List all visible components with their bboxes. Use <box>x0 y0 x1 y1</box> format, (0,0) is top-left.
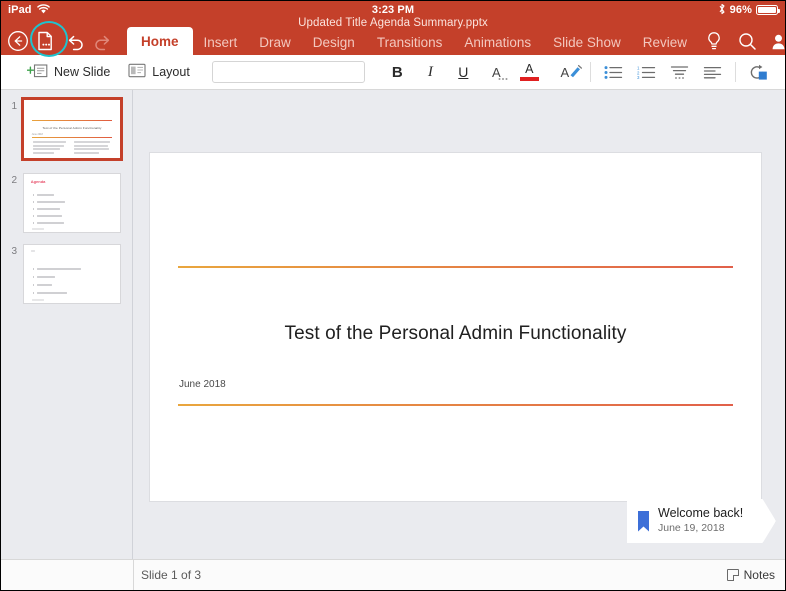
thumbnail-row-3[interactable]: 3 <box>1 242 132 303</box>
thumbnail-row-2[interactable]: 2 Agenda <box>1 171 132 232</box>
thumb2-heading: Agenda <box>31 179 46 184</box>
font-name-input[interactable] <box>213 62 380 82</box>
tell-me-lightbulb-icon[interactable] <box>698 27 731 55</box>
layout-icon <box>128 63 146 81</box>
slide-thumbnail-1: Test of the Personal Admin Functionality… <box>24 100 120 158</box>
toast-title: Welcome back! <box>658 506 743 522</box>
ios-status-bar: iPad 3:23 PM 96% <box>1 1 785 19</box>
numbered-list-icon[interactable]: 1 2 3 <box>630 59 663 85</box>
toast-subtitle: June 19, 2018 <box>658 522 743 536</box>
slide-rule-bottom <box>178 404 733 406</box>
shape-fill-icon[interactable] <box>742 59 775 85</box>
tab-animations[interactable]: Animations <box>453 29 542 55</box>
ribbon-tabs: Home Insert Draw Design Transitions Anim… <box>127 27 698 55</box>
header-right-tools: 2 <box>698 27 786 55</box>
bold-button[interactable]: B <box>381 59 414 85</box>
tab-slide-show[interactable]: Slide Show <box>542 29 632 55</box>
slide-number-3: 3 <box>3 242 21 257</box>
powerpoint-ipad-window: iPad 3:23 PM 96% Updated Title Agenda Su… <box>0 0 786 591</box>
tab-design[interactable]: Design <box>302 29 366 55</box>
decrease-indent-icon[interactable] <box>663 59 696 85</box>
notes-label: Notes <box>744 568 775 582</box>
slide-counter-label: Slide 1 of 3 <box>141 568 201 582</box>
bottom-bar-divider <box>133 559 134 590</box>
ribbon-divider <box>590 62 591 82</box>
font-color-button[interactable]: A <box>513 59 546 85</box>
tab-insert[interactable]: Insert <box>193 29 249 55</box>
redo-icon[interactable] <box>92 27 113 55</box>
tab-transitions[interactable]: Transitions <box>366 29 454 55</box>
command-row: Home Insert Draw Design Transitions Anim… <box>1 27 785 55</box>
text-effects-button[interactable]: A <box>480 59 513 85</box>
slide-editor-surface[interactable]: Test of the Personal Admin Functionality… <box>150 153 761 501</box>
share-people-icon[interactable]: 2 <box>764 27 786 55</box>
tab-home[interactable]: Home <box>127 27 193 55</box>
welcome-back-toast[interactable]: Welcome back! June 19, 2018 <box>627 499 776 543</box>
new-slide-label: New Slide <box>54 65 110 79</box>
back-arrow-icon[interactable] <box>7 27 29 55</box>
notes-icon <box>727 569 739 581</box>
slide-rule-top <box>178 266 733 268</box>
battery-icon <box>756 5 778 15</box>
font-controls <box>212 61 365 83</box>
underline-button[interactable]: U <box>447 59 480 85</box>
italic-button[interactable]: I <box>414 59 447 85</box>
bookmark-icon <box>638 511 649 532</box>
file-options-icon[interactable] <box>35 27 55 55</box>
slide-date-textbox[interactable]: June 2018 <box>179 379 226 390</box>
new-slide-button[interactable]: New Slide <box>27 63 110 82</box>
undo-icon[interactable] <box>65 27 86 55</box>
highlight-color-button[interactable]: A <box>546 59 584 85</box>
clock-label: 3:23 PM <box>1 4 785 16</box>
slide-thumbnail-2-frame[interactable]: Agenda <box>24 174 120 232</box>
thumbnail-row-1[interactable]: 1 Test of the Personal Admin Functionali… <box>1 97 132 161</box>
slide-number-2: 2 <box>3 171 21 186</box>
tab-review[interactable]: Review <box>632 29 698 55</box>
font-color-swatch <box>520 77 539 81</box>
slide-thumbnail-pane[interactable]: 1 Test of the Personal Admin Functionali… <box>1 90 133 559</box>
svg-text:3: 3 <box>637 75 640 80</box>
slide-canvas-area[interactable]: Test of the Personal Admin Functionality… <box>133 90 785 559</box>
slide-thumbnail-3 <box>24 245 120 303</box>
slide-thumbnail-1-selected[interactable]: Test of the Personal Admin Functionality… <box>21 97 123 161</box>
home-ribbon: New Slide Layout B I U A <box>1 55 785 90</box>
align-left-icon[interactable] <box>696 59 729 85</box>
slide-number-1: 1 <box>3 97 21 112</box>
status-bottom-bar: Slide 1 of 3 Notes <box>1 559 785 590</box>
font-color-label: A <box>525 63 533 76</box>
bullet-list-icon[interactable] <box>597 59 630 85</box>
notes-button[interactable]: Notes <box>727 568 775 582</box>
thumb1-subtitle: June 2018 <box>32 133 43 136</box>
slide-thumbnail-3-frame[interactable] <box>24 245 120 303</box>
toast-text: Welcome back! June 19, 2018 <box>658 506 743 535</box>
tab-draw[interactable]: Draw <box>248 29 302 55</box>
ribbon-divider-2 <box>735 62 736 82</box>
layout-label: Layout <box>152 65 190 79</box>
slide-thumbnail-2: Agenda <box>24 174 120 232</box>
thumb1-title: Test of the Personal Admin Functionality <box>24 126 120 130</box>
new-slide-icon <box>27 63 48 82</box>
slide-title-textbox[interactable]: Test of the Personal Admin Functionality <box>150 323 761 345</box>
search-icon[interactable] <box>731 27 764 55</box>
layout-button[interactable]: Layout <box>128 63 190 81</box>
